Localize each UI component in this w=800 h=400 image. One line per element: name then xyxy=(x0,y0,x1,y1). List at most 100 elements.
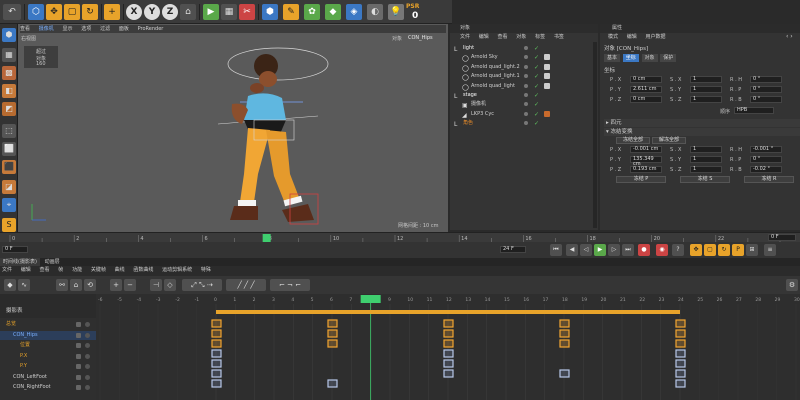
coord-field[interactable]: 1 xyxy=(690,166,722,173)
model-mode-icon[interactable]: ◪ xyxy=(2,180,16,194)
go-start-icon[interactable]: ⏮ xyxy=(550,244,562,256)
object-row-5[interactable]: Lstage ✓ xyxy=(450,91,598,100)
track-solo-icon[interactable] xyxy=(85,332,90,338)
add-tool-icon[interactable]: + xyxy=(104,4,120,20)
track-row[interactable]: CON_RightFoot xyxy=(0,383,96,392)
keyframe[interactable] xyxy=(327,329,338,338)
select-tool-icon[interactable]: ⬡ xyxy=(28,4,44,20)
keyframe[interactable] xyxy=(443,339,454,348)
object-row-2[interactable]: ◯ Arnold quad_light.2 ✓ xyxy=(450,63,598,72)
keyframe[interactable] xyxy=(675,319,686,328)
track-solo-icon[interactable] xyxy=(85,364,90,369)
pla-key-icon[interactable]: ⊞ xyxy=(746,244,758,256)
z-axis-icon[interactable]: Z xyxy=(162,4,178,20)
interpolation-icons[interactable]: ⤢ ⤡ ⇢ xyxy=(182,279,222,291)
rotate-tool-icon[interactable]: ↻ xyxy=(82,4,98,20)
keyframe[interactable] xyxy=(675,359,686,368)
keyframe[interactable] xyxy=(443,349,454,358)
keyframe[interactable] xyxy=(675,369,686,378)
poly-mode-icon[interactable]: ⬛ xyxy=(2,160,16,174)
magnet-icon[interactable]: ⌂ xyxy=(70,279,82,291)
render-region-icon[interactable]: ▦ xyxy=(221,4,237,20)
keyframe-mode-icon[interactable]: ◆ xyxy=(4,279,16,291)
om-menu-bookmarks[interactable]: 书签 xyxy=(554,34,564,40)
track-row[interactable]: 位置 xyxy=(0,341,96,350)
track-row[interactable]: CON_Hips xyxy=(0,330,96,340)
keyframe[interactable] xyxy=(327,379,338,388)
keyframe[interactable] xyxy=(443,359,454,368)
pos-key-icon[interactable]: ✥ xyxy=(690,244,702,256)
visibility-dot[interactable] xyxy=(524,111,528,116)
object-row-0[interactable]: Llight ✓ xyxy=(450,44,598,53)
ds-menu-curve[interactable]: 曲线 xyxy=(115,267,125,273)
zoom-out-icon[interactable]: − xyxy=(124,279,136,291)
keyframe[interactable] xyxy=(559,329,570,338)
keyframe[interactable] xyxy=(211,369,222,378)
field-icon[interactable]: ◈ xyxy=(346,4,362,20)
undo-icon[interactable]: ↶ xyxy=(3,4,21,20)
ds-menu-function[interactable]: 功能 xyxy=(72,267,82,273)
timeline-ruler[interactable]: 024681012141618202224 xyxy=(0,232,800,243)
workplane-icon[interactable]: ◧ xyxy=(2,84,16,98)
viewport[interactable]: 查看 摄像机 显示 选项 过滤 面板 ProRender 右视图 对象 CON_… xyxy=(18,24,448,232)
visibility-dot[interactable] xyxy=(524,55,528,60)
go-end-icon[interactable]: ⏭ xyxy=(622,244,634,256)
track-mute-icon[interactable] xyxy=(76,374,81,380)
dope-playhead[interactable] xyxy=(360,295,381,303)
right-frame-field[interactable]: 0 F xyxy=(768,234,796,241)
coord-field[interactable]: -0.001 ° xyxy=(750,146,782,153)
record-icon[interactable]: ● xyxy=(638,244,650,256)
generator-icon[interactable]: ✿ xyxy=(304,4,320,20)
coordinate-system-icon[interactable]: ⌂ xyxy=(180,4,196,20)
coord-field[interactable]: 1 xyxy=(690,86,722,93)
keyframe[interactable] xyxy=(675,349,686,358)
character-figure[interactable] xyxy=(18,24,448,232)
enable-check-icon[interactable]: ✓ xyxy=(534,110,539,119)
enable-check-icon[interactable]: ✓ xyxy=(534,100,539,109)
keyframe[interactable] xyxy=(211,329,222,338)
key-step-icon[interactable]: ⊣ xyxy=(150,279,162,291)
tag-icon[interactable] xyxy=(544,110,550,117)
track-row[interactable]: P.Y xyxy=(0,362,96,371)
om-menu-object[interactable]: 对象 xyxy=(516,34,526,40)
tag-icon[interactable] xyxy=(544,82,550,89)
keyframe[interactable] xyxy=(327,319,338,328)
coord-field[interactable]: 0 ° xyxy=(750,86,782,93)
freeze-p-button[interactable]: 冻结 P xyxy=(616,176,666,183)
start-frame-field[interactable]: 0 F xyxy=(2,246,28,253)
coord-field[interactable]: 0 ° xyxy=(750,96,782,103)
track-mute-icon[interactable] xyxy=(76,385,81,390)
keyframe[interactable] xyxy=(675,379,686,388)
keyframe[interactable] xyxy=(211,319,222,328)
easing-icons[interactable]: ⌐ ¬ ⌐ xyxy=(270,279,310,291)
track-row[interactable]: P.X xyxy=(0,352,96,361)
tag-icon[interactable] xyxy=(544,73,550,80)
object-row-7[interactable]: ◢ LKP3 Cyc ✓ xyxy=(450,110,598,119)
track-mute-icon[interactable] xyxy=(76,332,81,338)
visibility-dot[interactable] xyxy=(524,121,528,126)
tab-coords[interactable]: 坐标 xyxy=(622,54,639,62)
y-axis-icon[interactable]: Y xyxy=(144,4,160,20)
tangent-icons[interactable]: ╱ ╱ ╱ xyxy=(226,279,266,291)
freeze-all-button[interactable]: 冻结全部 xyxy=(616,137,650,144)
visibility-dot[interactable] xyxy=(524,102,528,107)
visibility-dot[interactable] xyxy=(524,74,528,79)
track-mute-icon[interactable] xyxy=(76,364,81,369)
coord-field[interactable]: 0.193 cm xyxy=(630,166,662,173)
om-menu-edit[interactable]: 编辑 xyxy=(479,34,489,40)
om-menu-view[interactable]: 查看 xyxy=(498,34,508,40)
point-mode-icon[interactable]: ⬚ xyxy=(2,124,16,138)
section-freeze[interactable]: ▾ 冻结变换 xyxy=(604,128,800,136)
keyframe[interactable] xyxy=(443,369,454,378)
ds-menu-frame[interactable]: 帧 xyxy=(58,267,63,273)
keyframe[interactable] xyxy=(211,359,222,368)
om-menu-tags[interactable]: 标签 xyxy=(535,34,545,40)
track-solo-icon[interactable] xyxy=(85,353,90,359)
keyframe[interactable] xyxy=(211,379,222,388)
enable-check-icon[interactable]: ✓ xyxy=(534,44,539,53)
autokey-icon[interactable]: ◉ xyxy=(656,244,668,256)
coord-field[interactable]: -0.001 cm xyxy=(630,146,662,153)
coord-field[interactable]: 0 cm xyxy=(630,76,662,83)
visibility-dot[interactable] xyxy=(524,64,528,69)
enable-check-icon[interactable]: ✓ xyxy=(534,53,539,62)
